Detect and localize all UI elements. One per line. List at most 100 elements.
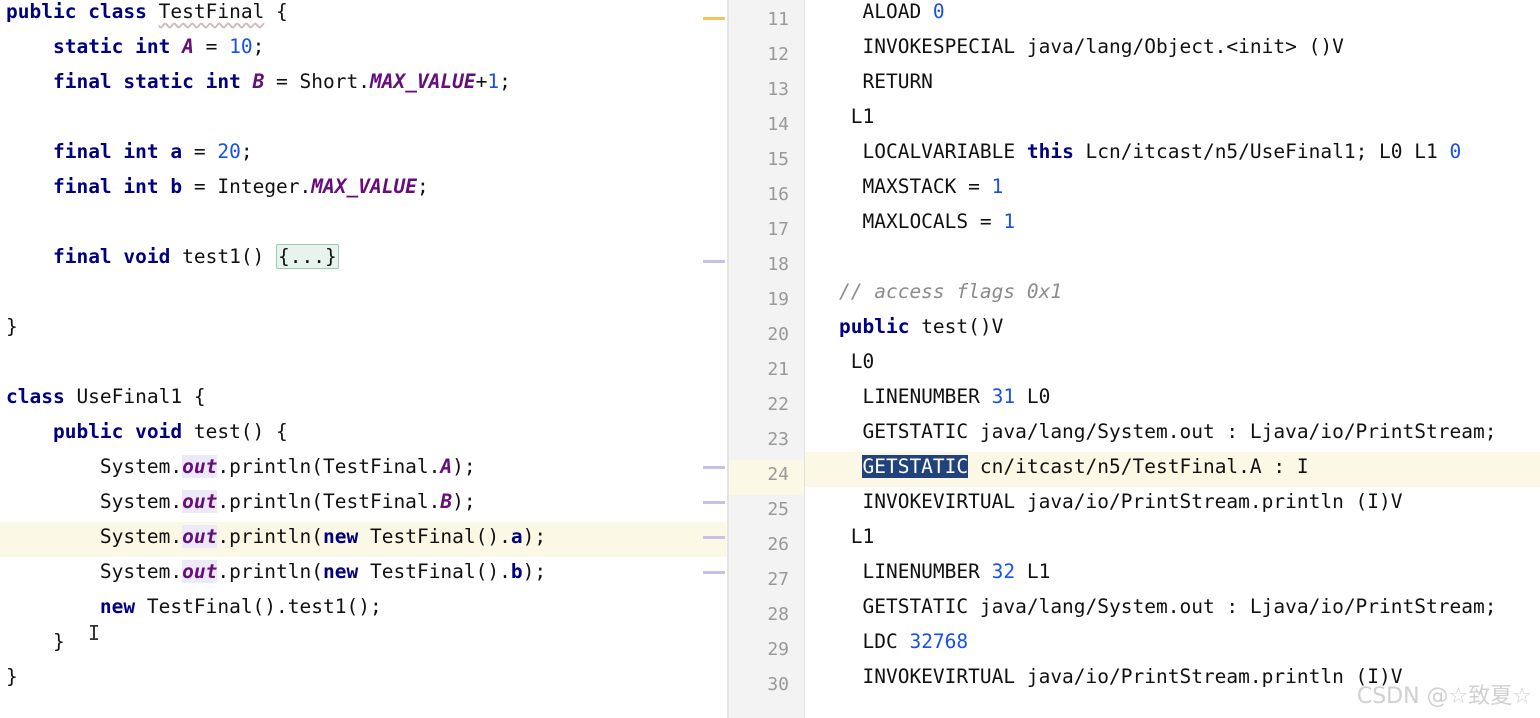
source-line[interactable]: System.out.println(new TestFinal().a); <box>0 522 733 557</box>
code-token: test()V <box>909 315 1004 338</box>
source-line[interactable]: final static int B = Short.MAX_VALUE+1; <box>0 67 733 102</box>
code-token: TestFinal(). <box>358 560 511 583</box>
code-token: ; <box>499 70 511 93</box>
code-token: out <box>182 525 218 548</box>
bytecode-line[interactable]: RETURN <box>805 67 1540 102</box>
code-token: 0 <box>1449 140 1462 163</box>
code-token: final static int <box>52 70 241 93</box>
line-number: 13 <box>767 79 789 100</box>
code-token: L1 <box>839 525 875 548</box>
source-line[interactable]: System.out.println(TestFinal.B); <box>0 487 733 522</box>
code-token: .println( <box>217 525 324 548</box>
usage-marker[interactable] <box>703 466 725 469</box>
code-token: TestFinal <box>158 0 265 23</box>
code-token: UseFinal1 { <box>64 385 206 408</box>
source-line[interactable]: new TestFinal().test1(); <box>0 592 733 627</box>
code-token: = <box>193 35 230 58</box>
bytecode-line[interactable]: L1 <box>805 522 1540 557</box>
bytecode-line[interactable]: // access flags 0x1 <box>805 277 1540 312</box>
source-line[interactable]: } <box>0 312 733 347</box>
source-line[interactable]: public class TestFinal { <box>0 0 733 32</box>
code-token: + <box>475 70 488 93</box>
bytecode-line[interactable]: LINENUMBER 32 L1 <box>805 557 1540 592</box>
bytecode-line[interactable]: MAXSTACK = 1 <box>805 172 1540 207</box>
code-token: new <box>99 595 136 618</box>
source-line[interactable]: } <box>0 662 733 697</box>
code-token: this <box>1026 140 1074 163</box>
source-line[interactable]: static int A = 10; <box>0 32 733 67</box>
bytecode-line[interactable]: INVOKEVIRTUAL java/io/PrintStream.printl… <box>805 487 1540 522</box>
usage-marker[interactable] <box>703 536 725 539</box>
code-token: GETSTATIC java/lang/System.out : Ljava/i… <box>839 595 1497 618</box>
code-token: 1 <box>1003 210 1016 233</box>
code-token: } <box>6 665 18 688</box>
code-token: } <box>6 315 18 338</box>
code-token: static int <box>52 35 171 58</box>
source-line[interactable] <box>0 347 733 382</box>
line-number: 26 <box>767 534 789 555</box>
bytecode-line[interactable]: public test()V <box>805 312 1540 347</box>
source-line[interactable]: } <box>0 627 733 662</box>
source-line[interactable]: public void test() { <box>0 417 733 452</box>
code-token: MAXLOCALS = <box>839 210 1004 233</box>
source-line[interactable]: final int a = 20; <box>0 137 733 172</box>
code-token: GETSTATIC java/lang/System.out : Ljava/i… <box>839 420 1497 443</box>
source-line[interactable]: final int b = Integer.MAX_VALUE; <box>0 172 733 207</box>
code-token: .println( <box>217 560 324 583</box>
code-token: class <box>76 0 159 23</box>
line-number: 25 <box>767 499 789 520</box>
source-line[interactable]: final void test1() {...} <box>0 242 733 277</box>
line-number: 15 <box>767 149 789 170</box>
text-cursor-icon: I <box>88 621 101 645</box>
bytecode-line[interactable]: LINENUMBER 31 L0 <box>805 382 1540 417</box>
bytecode-line[interactable]: L0 <box>805 347 1540 382</box>
bytecode-line[interactable]: LDC 32768 <box>805 627 1540 662</box>
code-token: new <box>323 525 359 548</box>
source-line[interactable]: class UseFinal1 { <box>0 382 733 417</box>
code-token: a <box>170 140 183 163</box>
line-number: 19 <box>767 289 789 310</box>
code-token: L1 <box>1015 560 1051 583</box>
source-line[interactable] <box>0 207 733 242</box>
code-token: 32768 <box>909 630 969 653</box>
line-number: 14 <box>767 114 789 135</box>
bytecode-line[interactable] <box>805 242 1540 277</box>
code-token: 1 <box>487 70 500 93</box>
source-line[interactable] <box>0 277 733 312</box>
code-token: public void <box>52 420 183 443</box>
bytecode-line[interactable]: LOCALVARIABLE this Lcn/itcast/n5/UseFina… <box>805 137 1540 172</box>
bytecode-viewer[interactable]: ALOAD 0 INVOKESPECIAL java/lang/Object.<… <box>805 0 1540 718</box>
code-token: a <box>510 525 523 548</box>
source-editor[interactable]: public class TestFinal { static int A = … <box>0 0 733 718</box>
warning-marker[interactable] <box>703 17 725 20</box>
code-token: out <box>182 560 218 583</box>
code-token: b <box>510 560 523 583</box>
bytecode-line[interactable]: INVOKESPECIAL java/lang/Object.<init> ()… <box>805 32 1540 67</box>
code-token: System. <box>6 490 183 513</box>
code-token: TestFinal().test1(); <box>135 595 382 618</box>
bytecode-line-gutter: 11 12 13 14 15 16 17 18 19 20 21 22 23 24 25 26 27 28 29 30 <box>729 0 805 718</box>
source-line[interactable]: System.out.println(new TestFinal().b); <box>0 557 733 592</box>
source-line[interactable] <box>0 102 733 137</box>
watermark: CSDN @☆致夏☆ <box>1356 684 1532 709</box>
bytecode-line[interactable]: GETSTATIC java/lang/System.out : Ljava/i… <box>805 592 1540 627</box>
bytecode-line[interactable]: GETSTATIC java/lang/System.out : Ljava/i… <box>805 417 1540 452</box>
code-token: } <box>6 630 65 653</box>
code-token: public <box>839 315 910 338</box>
bytecode-line[interactable]: GETSTATIC cn/itcast/n5/TestFinal.A : I <box>805 452 1540 487</box>
code-token: A <box>440 455 453 478</box>
usage-marker[interactable] <box>703 260 725 263</box>
code-token: LINENUMBER <box>839 385 992 408</box>
code-token: = <box>182 140 218 163</box>
code-token: ; <box>240 140 253 163</box>
bytecode-line[interactable]: L1 <box>805 102 1540 137</box>
source-line[interactable]: System.out.println(TestFinal.A); <box>0 452 733 487</box>
usage-marker[interactable] <box>703 571 725 574</box>
code-token: final int <box>52 140 159 163</box>
usage-marker[interactable] <box>703 501 725 504</box>
bytecode-line[interactable]: ALOAD 0 <box>805 0 1540 32</box>
bytecode-line[interactable]: MAXLOCALS = 1 <box>805 207 1540 242</box>
